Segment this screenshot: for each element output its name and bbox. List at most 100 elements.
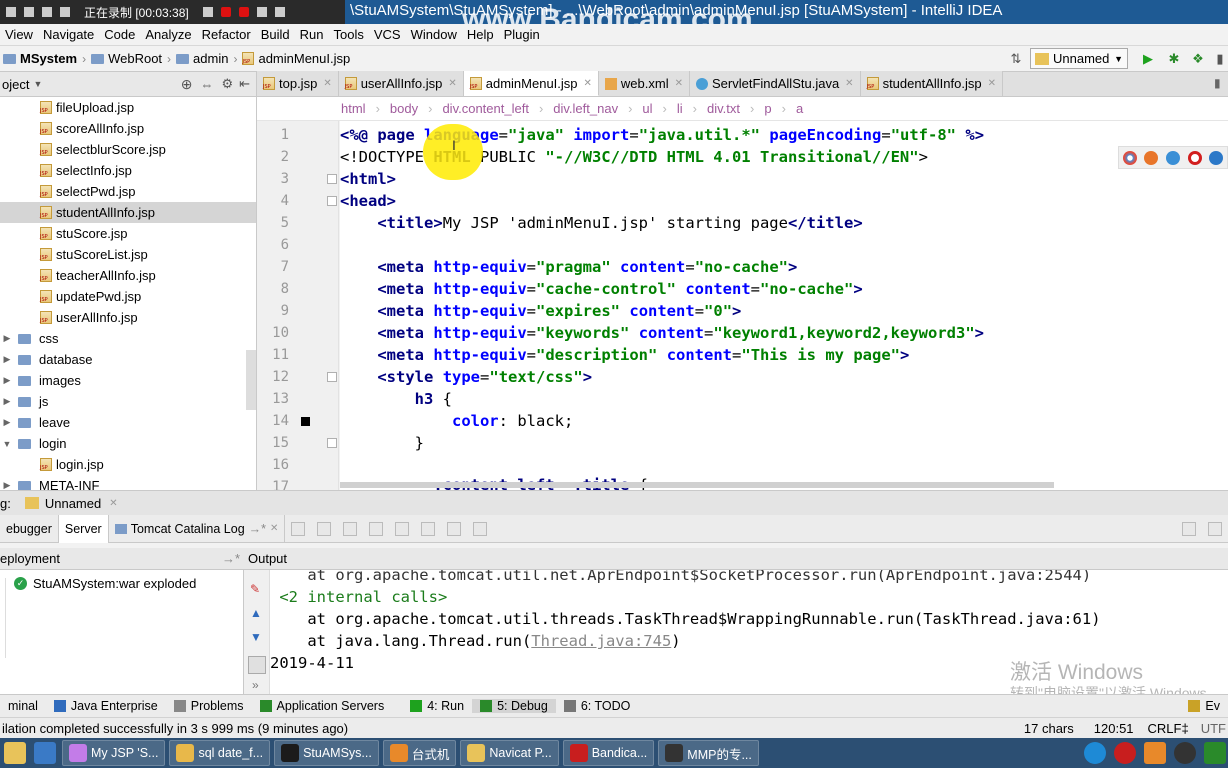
- ie-icon[interactable]: [1209, 150, 1224, 165]
- source-link[interactable]: Thread.java:745: [531, 632, 671, 650]
- breadcrumb-item[interactable]: div.left_nav: [553, 101, 618, 116]
- frames-icon[interactable]: [473, 521, 488, 536]
- taskbar-item[interactable]: sql date_f...: [169, 740, 271, 766]
- tree-folder[interactable]: ▼ login: [0, 433, 256, 454]
- menu-help[interactable]: Help: [462, 27, 499, 42]
- tab-overflow-icon[interactable]: ▮: [1214, 76, 1221, 90]
- run-to-cursor-icon[interactable]: [421, 521, 436, 536]
- chevron-right-icon[interactable]: ▶: [2, 417, 12, 428]
- menu-navigate[interactable]: Navigate: [38, 27, 99, 42]
- chevron-down-icon[interactable]: ▼: [33, 79, 42, 89]
- tab-tomcat-log[interactable]: Tomcat Catalina Log →* ✕: [109, 514, 286, 543]
- tree-file[interactable]: studentAllInfo.jsp: [0, 202, 256, 223]
- debug-icon[interactable]: ✱: [1166, 51, 1182, 67]
- menu-vcs[interactable]: VCS: [369, 27, 406, 42]
- record-icon[interactable]: [220, 7, 231, 17]
- tree-file[interactable]: scoreAllInfo.jsp: [0, 118, 256, 139]
- pen-icon[interactable]: [202, 7, 213, 17]
- app-icon[interactable]: [1144, 742, 1166, 764]
- toolwindow-application-servers[interactable]: Application Servers: [252, 699, 393, 713]
- close-icon[interactable]: ✕: [584, 78, 592, 89]
- run-tab-unnamed[interactable]: Unnamed: [45, 496, 101, 511]
- step-into-icon[interactable]: [343, 521, 358, 536]
- menu-run[interactable]: Run: [295, 27, 329, 42]
- breakpoint-icon[interactable]: [301, 417, 310, 426]
- run-configuration-select[interactable]: Unnamed ▼: [1030, 48, 1128, 69]
- clear-icon[interactable]: ✎: [250, 582, 260, 596]
- breadcrumb-item[interactable]: a: [796, 101, 803, 116]
- evaluate-icon[interactable]: [447, 521, 462, 536]
- close-icon[interactable]: [60, 7, 70, 17]
- tab-studentallinfo-jsp[interactable]: studentAllInfo.jsp✕: [860, 71, 1003, 96]
- tree-file[interactable]: selectInfo.jsp: [0, 160, 256, 181]
- chrome-icon[interactable]: [1122, 150, 1137, 165]
- bandicam-tray-icon[interactable]: [1114, 742, 1136, 764]
- more-icon[interactable]: »: [252, 678, 259, 692]
- safari-icon[interactable]: [1165, 150, 1180, 165]
- tree-file[interactable]: userAllInfo.jsp: [0, 307, 256, 328]
- force-step-icon[interactable]: [369, 521, 384, 536]
- arrow-up-icon[interactable]: ▲: [250, 606, 262, 620]
- breadcrumb-item[interactable]: div.content_left: [442, 101, 528, 116]
- more-icon[interactable]: ▮: [1212, 51, 1228, 67]
- qq-icon[interactable]: [1174, 742, 1196, 764]
- tree-file[interactable]: login.jsp: [0, 454, 256, 475]
- editor-scrollbar[interactable]: [340, 482, 1054, 488]
- hide-icon[interactable]: [1208, 521, 1222, 536]
- fold-icon[interactable]: [327, 372, 337, 382]
- fold-icon[interactable]: [327, 174, 337, 184]
- fold-end-icon[interactable]: [327, 438, 337, 448]
- chevron-right-icon[interactable]: ▶: [2, 396, 12, 407]
- menu-view[interactable]: View: [0, 27, 38, 42]
- tree-file[interactable]: teacherAllInfo.jsp: [0, 265, 256, 286]
- tree-folder[interactable]: ▶ database: [0, 349, 256, 370]
- caret-position[interactable]: 120:51: [1094, 721, 1148, 736]
- menu-window[interactable]: Window: [406, 27, 462, 42]
- tree-file[interactable]: updatePwd.jsp: [0, 286, 256, 307]
- toolwindow-problems[interactable]: Problems: [166, 699, 252, 713]
- toolwindow-java-enterprise[interactable]: Java Enterprise: [46, 699, 166, 713]
- camera-icon[interactable]: [256, 7, 267, 17]
- taskbar-item[interactable]: 台式机: [382, 740, 457, 766]
- tree-file[interactable]: fileUpload.jsp: [0, 97, 256, 118]
- tab-server[interactable]: Server: [58, 514, 109, 543]
- restore-icon[interactable]: [42, 7, 52, 17]
- settings-icon[interactable]: [1182, 521, 1196, 536]
- fold-icon[interactable]: [327, 196, 337, 206]
- menu-analyze[interactable]: Analyze: [140, 27, 196, 42]
- arrow-down-icon[interactable]: ▼: [250, 630, 262, 644]
- chevron-right-icon[interactable]: ▶: [2, 375, 12, 386]
- close-icon[interactable]: ✕: [270, 523, 278, 534]
- window-icon[interactable]: [24, 7, 34, 17]
- tree-folder[interactable]: ▶ css: [0, 328, 256, 349]
- soft-wrap-icon[interactable]: [248, 656, 266, 674]
- tab-userallinfo-jsp[interactable]: userAllInfo.jsp✕: [338, 71, 464, 96]
- tree-folder[interactable]: ▶ leave: [0, 412, 256, 433]
- chevron-down-icon[interactable]: ▼: [2, 439, 12, 449]
- taskbar-item[interactable]: StuAMSys...: [274, 740, 379, 766]
- opera-icon[interactable]: [1187, 150, 1202, 165]
- chevron-right-icon[interactable]: ▶: [2, 480, 12, 490]
- stop-icon[interactable]: [238, 7, 249, 17]
- run-icon[interactable]: ▶: [1140, 51, 1156, 67]
- tree-folder[interactable]: ▶ images: [0, 370, 256, 391]
- target-icon[interactable]: ⊕: [181, 76, 193, 93]
- sort-icon[interactable]: ⇅: [1008, 51, 1024, 67]
- step-out-icon[interactable]: [395, 521, 410, 536]
- close-icon[interactable]: ✕: [675, 78, 683, 89]
- pin-icon[interactable]: →*: [222, 551, 240, 566]
- tree-file[interactable]: selectPwd.jsp: [0, 181, 256, 202]
- breadcrumb-item[interactable]: p: [764, 101, 771, 116]
- tab-adminmenui-jsp[interactable]: adminMenuI.jsp✕: [463, 71, 599, 96]
- taskbar-item[interactable]: Bandica...: [562, 740, 655, 766]
- coverage-icon[interactable]: ❖: [1190, 51, 1206, 67]
- breadcrumb-item[interactable]: body: [390, 101, 418, 116]
- tab-servletfindallstu-java[interactable]: ServletFindAllStu.java ✕: [690, 71, 861, 96]
- minimize-icon[interactable]: [274, 7, 285, 17]
- toolwindow-minal[interactable]: minal: [0, 699, 46, 713]
- tree-file[interactable]: stuScoreList.jsp: [0, 244, 256, 265]
- breadcrumb-item[interactable]: li: [677, 101, 683, 116]
- toolwindow-5-debug[interactable]: 5: Debug: [472, 699, 556, 713]
- code-editor[interactable]: <%@ page language="java" import="java.ut…: [340, 121, 1228, 490]
- close-icon[interactable]: ✕: [988, 78, 996, 89]
